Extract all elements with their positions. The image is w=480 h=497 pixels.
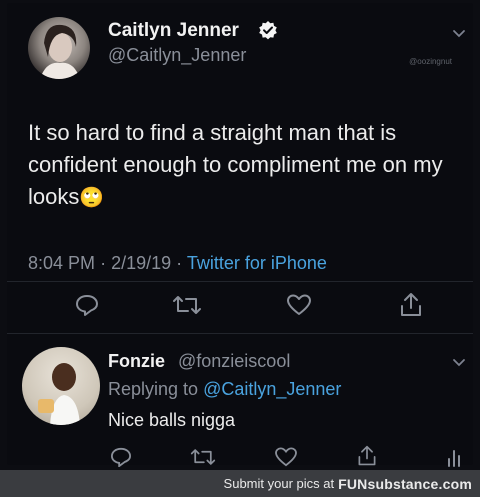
reply-author-handle[interactable]: @fonzieiscool bbox=[178, 351, 290, 372]
tweet-meta: 8:04 PM · 2/19/19 · Twitter for iPhone bbox=[28, 253, 327, 274]
eye-roll-emoji: 🙄 bbox=[79, 187, 105, 209]
like-icon[interactable] bbox=[284, 292, 314, 318]
share-icon[interactable] bbox=[396, 290, 426, 320]
footer-banner: Submit your pics at FUNsubstance.com bbox=[0, 470, 480, 497]
tweet-source[interactable]: Twitter for iPhone bbox=[187, 253, 327, 273]
chevron-down-icon[interactable] bbox=[452, 26, 466, 44]
share-icon[interactable] bbox=[354, 444, 380, 468]
analytics-icon[interactable] bbox=[444, 446, 464, 468]
divider bbox=[7, 281, 473, 282]
author-avatar[interactable] bbox=[28, 17, 90, 79]
footer-text: Submit your pics at bbox=[223, 476, 335, 491]
reply-author-name[interactable]: Fonzie bbox=[108, 351, 165, 372]
meta-separator: · bbox=[100, 253, 107, 273]
reply-text: Nice balls nigga bbox=[108, 410, 236, 430]
author-name[interactable]: Caitlyn Jenner bbox=[108, 20, 239, 42]
reply-icon[interactable] bbox=[108, 446, 134, 468]
author-handle[interactable]: @Caitlyn_Jenner bbox=[108, 45, 246, 66]
replying-to-prefix: Replying to bbox=[108, 379, 199, 399]
reply-avatar[interactable] bbox=[22, 347, 100, 425]
reply-icon[interactable] bbox=[72, 292, 102, 318]
replying-to-line: Replying to @Caitlyn_Jenner bbox=[108, 379, 341, 400]
retweet-icon[interactable] bbox=[170, 292, 204, 318]
chevron-down-icon[interactable] bbox=[452, 355, 466, 373]
footer-brand[interactable]: FUNsubstance.com bbox=[338, 476, 472, 492]
verified-icon bbox=[258, 20, 278, 40]
divider bbox=[7, 333, 473, 334]
tweet-date[interactable]: 2/19/19 bbox=[111, 253, 171, 273]
meta-separator: · bbox=[176, 253, 183, 273]
tweet-time[interactable]: 8:04 PM bbox=[28, 253, 95, 273]
like-icon[interactable] bbox=[272, 446, 300, 468]
watermark: @oozingnut bbox=[409, 57, 452, 66]
tweet-text: It so hard to find a straight man that i… bbox=[28, 117, 458, 214]
replying-to-link[interactable]: @Caitlyn_Jenner bbox=[203, 379, 341, 399]
retweet-icon[interactable] bbox=[188, 446, 218, 468]
